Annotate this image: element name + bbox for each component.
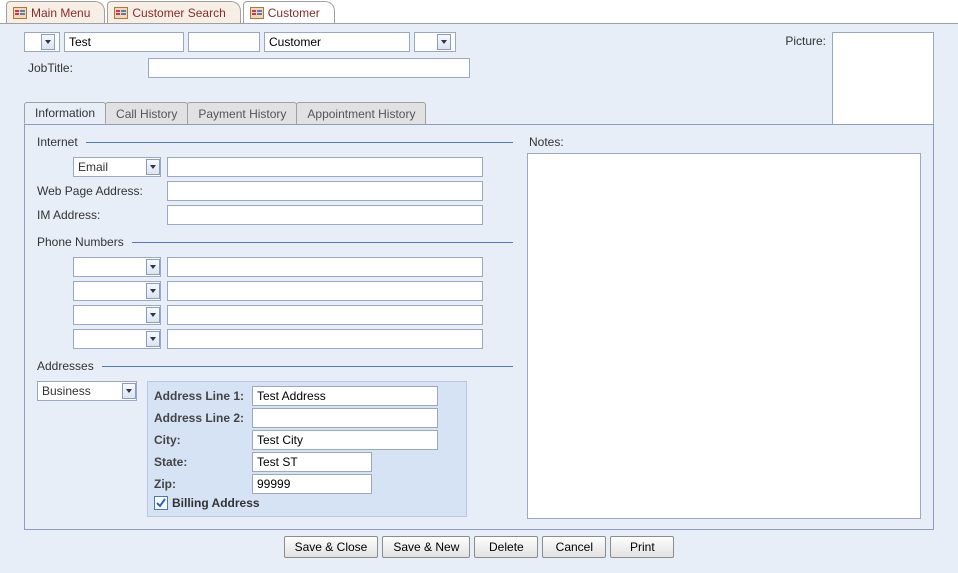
phone-input[interactable] [167,257,483,277]
billing-address-checkbox[interactable] [154,496,168,510]
notes-textarea[interactable] [527,153,921,519]
doc-tab-customer[interactable]: Customer [243,1,335,23]
divider [86,142,513,143]
phone-type-combo[interactable] [73,257,161,277]
divider [102,366,513,367]
title-combo[interactable] [24,32,60,52]
form-icon [250,6,264,20]
addresses-section-label: Addresses [37,359,94,373]
phone-type-combo[interactable] [73,329,161,349]
delete-button[interactable]: Delete [474,536,538,558]
tab-information[interactable]: Information [24,102,106,124]
job-title-input[interactable] [148,58,470,78]
address-city-input[interactable] [252,430,438,450]
dropdown-icon [437,34,451,50]
tab-payment-history[interactable]: Payment History [187,102,297,124]
doc-tab-label: Main Menu [31,6,90,20]
phone-type-combo[interactable] [73,305,161,325]
address-state-input[interactable] [252,452,372,472]
internet-section-label: Internet [37,135,78,149]
first-name-input[interactable] [64,32,184,52]
print-button[interactable]: Print [610,536,674,558]
address-line1-label: Address Line 1: [154,389,248,403]
address-type-combo[interactable]: Business [37,381,137,401]
job-title-label: JobTitle: [24,61,144,75]
address-panel: Address Line 1: Address Line 2: City: [147,381,467,517]
im-label: IM Address: [37,208,161,222]
dropdown-icon [122,383,136,399]
address-zip-label: Zip: [154,477,248,491]
divider [132,242,513,243]
tab-appointment-history[interactable]: Appointment History [296,102,426,124]
address-line2-label: Address Line 2: [154,411,248,425]
middle-name-input[interactable] [188,32,260,52]
dropdown-icon [146,159,160,175]
form-icon [13,6,27,20]
picture-label: Picture: [785,32,826,48]
phone-input[interactable] [167,305,483,325]
dropdown-icon [146,331,160,347]
email-type-combo[interactable]: Email [73,157,161,177]
web-input[interactable] [167,181,483,201]
doc-tab-label: Customer Search [132,6,225,20]
tab-label: Information [35,106,95,120]
phone-input[interactable] [167,329,483,349]
tab-call-history[interactable]: Call History [105,102,188,124]
tab-label: Call History [116,107,177,121]
picture-box[interactable] [832,32,934,132]
form-icon [114,6,128,20]
phone-input[interactable] [167,281,483,301]
notes-label: Notes: [527,135,921,149]
email-input[interactable] [167,157,483,177]
address-line2-input[interactable] [252,408,438,428]
im-input[interactable] [167,205,483,225]
tab-label: Payment History [198,107,286,121]
web-label: Web Page Address: [37,184,161,198]
address-city-label: City: [154,433,248,447]
doc-tab-label: Customer [268,6,320,20]
address-type-value: Business [42,384,91,398]
doc-tab-main-menu[interactable]: Main Menu [6,1,105,23]
document-tabs: Main Menu Customer Search Customer [0,0,958,24]
dropdown-icon [146,283,160,299]
suffix-combo[interactable] [414,32,456,52]
email-type-value: Email [78,160,108,174]
dropdown-icon [41,34,55,50]
last-name-input[interactable] [264,32,410,52]
billing-address-label: Billing Address [172,496,260,510]
dropdown-icon [146,307,160,323]
address-state-label: State: [154,455,248,469]
tab-label: Appointment History [307,107,415,121]
save-close-button[interactable]: Save & Close [284,536,379,558]
phone-section-label: Phone Numbers [37,235,124,249]
save-new-button[interactable]: Save & New [382,536,470,558]
address-line1-input[interactable] [252,386,438,406]
phone-type-combo[interactable] [73,281,161,301]
dropdown-icon [146,259,160,275]
address-zip-input[interactable] [252,474,372,494]
cancel-button[interactable]: Cancel [542,536,606,558]
doc-tab-customer-search[interactable]: Customer Search [107,1,240,23]
